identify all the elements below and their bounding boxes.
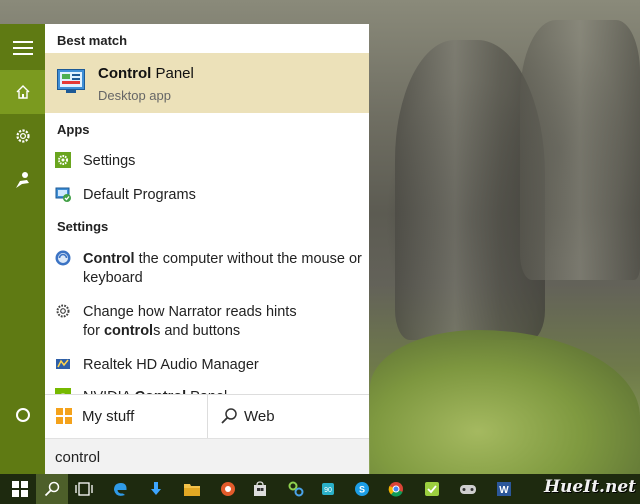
game-taskbar-button[interactable]	[452, 474, 484, 504]
settings-button[interactable]	[0, 114, 45, 158]
web-tab[interactable]: Web	[207, 395, 369, 438]
windows-logo-icon	[56, 408, 72, 424]
realtek-audio-icon	[56, 359, 70, 369]
start-button[interactable]	[4, 474, 36, 504]
store-icon	[254, 481, 266, 496]
best-match-name: Control Panel	[98, 65, 194, 82]
edge-taskbar-button[interactable]	[104, 474, 136, 504]
settings-gear-icon	[55, 152, 71, 168]
settings-result-realtek[interactable]: Realtek HD Audio Manager	[45, 354, 369, 378]
windows-start-icon	[12, 481, 28, 497]
svg-text:90: 90	[324, 487, 332, 494]
home-button[interactable]	[0, 70, 45, 114]
home-icon	[16, 85, 29, 99]
wallpaper-trees	[370, 330, 640, 475]
chrome-icon	[388, 482, 403, 497]
app-result-settings[interactable]: Settings	[45, 150, 369, 174]
svg-text:W: W	[499, 485, 509, 496]
hamburger-menu-button[interactable]	[0, 26, 45, 70]
wallpaper-rock	[520, 20, 640, 280]
web-label: Web	[244, 408, 275, 425]
task-view-icon	[75, 482, 93, 496]
skype-taskbar-button[interactable]: S	[346, 474, 378, 504]
feedback-icon	[15, 172, 29, 188]
app-icon	[221, 482, 235, 496]
best-match-heading: Best match	[57, 33, 128, 48]
green-app-taskbar-button[interactable]	[416, 474, 448, 504]
chrome-taskbar-button[interactable]	[380, 474, 412, 504]
task-view-button[interactable]	[68, 474, 100, 504]
settings-result-label: Change how Narrator reads hints for cont…	[83, 304, 297, 339]
cortana-button[interactable]	[0, 393, 45, 437]
svg-text:S: S	[359, 485, 365, 495]
settings-result-label: Control the computer without the mouse o…	[83, 251, 362, 286]
taskbar: 90 S W HueIt.net	[0, 474, 640, 504]
control-panel-icon	[57, 69, 85, 93]
gear-icon	[56, 304, 70, 318]
hamburger-menu-icon	[12, 41, 33, 55]
start-rail	[0, 24, 45, 474]
app-result-default-programs[interactable]: Default Programs	[45, 184, 369, 208]
my-stuff-label: My stuff	[82, 408, 135, 425]
my-stuff-tab[interactable]: My stuff	[45, 395, 207, 438]
edge-icon	[114, 483, 127, 496]
app-result-label: Settings	[83, 153, 136, 169]
app-result-label: Default Programs	[83, 187, 196, 203]
file-explorer-taskbar-button[interactable]	[176, 474, 208, 504]
green-app-icon	[425, 482, 439, 496]
word-taskbar-button[interactable]: W	[488, 474, 520, 504]
watermark: HueIt.net	[544, 477, 636, 497]
app-taskbar-button[interactable]	[212, 474, 244, 504]
phone-icon: 90	[322, 483, 334, 495]
settings-result-label: Realtek HD Audio Manager	[83, 357, 259, 373]
default-programs-icon	[55, 187, 71, 202]
apps-heading: Apps	[57, 122, 90, 137]
search-input[interactable]	[55, 447, 355, 467]
downloads-taskbar-button[interactable]	[140, 474, 172, 504]
search-icon	[221, 408, 237, 424]
cortana-circle-icon	[15, 408, 30, 422]
search-scope-tabs: My stuff Web	[45, 394, 369, 438]
ease-of-access-icon	[55, 250, 71, 266]
game-icon	[460, 485, 476, 494]
feedback-button[interactable]	[0, 158, 45, 202]
skype-icon: S	[355, 482, 369, 496]
settings-result-control-computer[interactable]: Control the computer without the mouse o…	[45, 248, 369, 290]
best-match-subtitle: Desktop app	[98, 88, 171, 103]
network-icon	[288, 481, 304, 497]
word-icon: W	[497, 482, 511, 496]
settings-heading: Settings	[57, 219, 109, 234]
phone-taskbar-button[interactable]: 90	[312, 474, 344, 504]
search-results-panel: Best match Control Panel Desktop app App…	[45, 24, 369, 474]
search-taskbar-button[interactable]	[36, 474, 68, 504]
gear-icon	[15, 129, 30, 143]
settings-result-narrator[interactable]: Change how Narrator reads hints for cont…	[45, 301, 369, 343]
search-box	[45, 438, 369, 474]
file-explorer-icon	[184, 483, 200, 496]
store-taskbar-button[interactable]	[244, 474, 276, 504]
best-match-result[interactable]: Control Panel Desktop app	[45, 53, 369, 113]
search-icon	[44, 481, 60, 497]
network-taskbar-button[interactable]	[280, 474, 312, 504]
download-icon	[151, 482, 161, 495]
